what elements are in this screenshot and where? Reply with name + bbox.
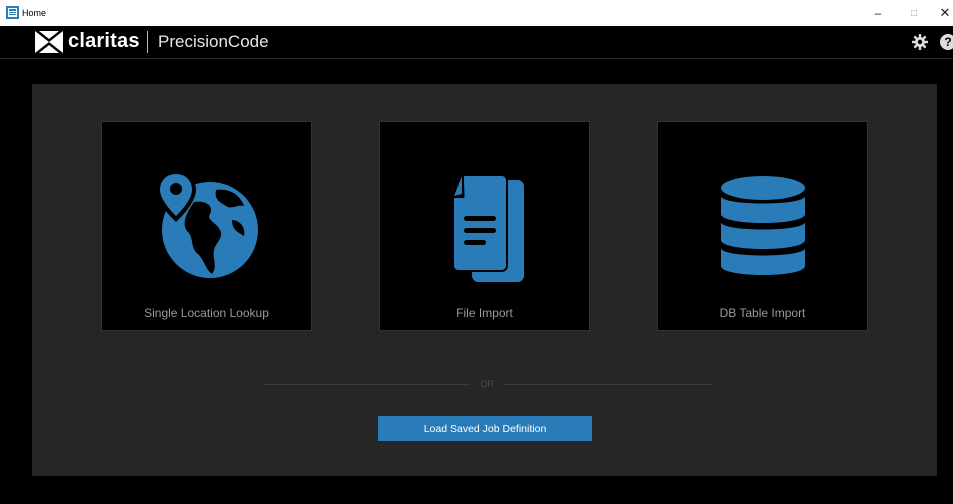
document-icon — [451, 174, 524, 282]
separator-line-left — [264, 384, 470, 385]
main-panel: Single Location Lookup File Import DB Ta… — [32, 84, 937, 476]
help-icon[interactable]: ? — [940, 34, 953, 50]
window-titlebar: Home – □ ✕ — [0, 0, 953, 26]
gear-icon[interactable] — [912, 34, 928, 50]
separator-line-right — [504, 384, 712, 385]
app-header: claritas PrecisionCode ? — [0, 26, 953, 59]
window-title: Home — [22, 8, 47, 18]
minimize-button[interactable]: – — [868, 3, 888, 23]
tile-label: File Import — [456, 306, 513, 320]
globe-pin-icon — [155, 170, 258, 278]
or-separator: OR — [264, 379, 712, 391]
tile-label: Single Location Lookup — [144, 306, 269, 320]
close-button[interactable]: ✕ — [935, 3, 953, 23]
app-icon — [6, 6, 19, 19]
database-icon — [720, 176, 805, 275]
product-name: PrecisionCode — [158, 32, 269, 51]
maximize-button[interactable]: □ — [904, 3, 924, 23]
tile-label: DB Table Import — [719, 306, 806, 320]
single-location-lookup-tile[interactable]: Single Location Lookup — [101, 121, 312, 331]
db-table-import-tile[interactable]: DB Table Import — [657, 121, 868, 331]
or-label: OR — [480, 379, 494, 389]
brand-name: claritas — [68, 30, 140, 52]
brand-divider — [147, 31, 148, 53]
claritas-logo-icon — [35, 31, 63, 53]
file-import-tile[interactable]: File Import — [379, 121, 590, 331]
load-saved-job-button[interactable]: Load Saved Job Definition — [378, 416, 592, 441]
